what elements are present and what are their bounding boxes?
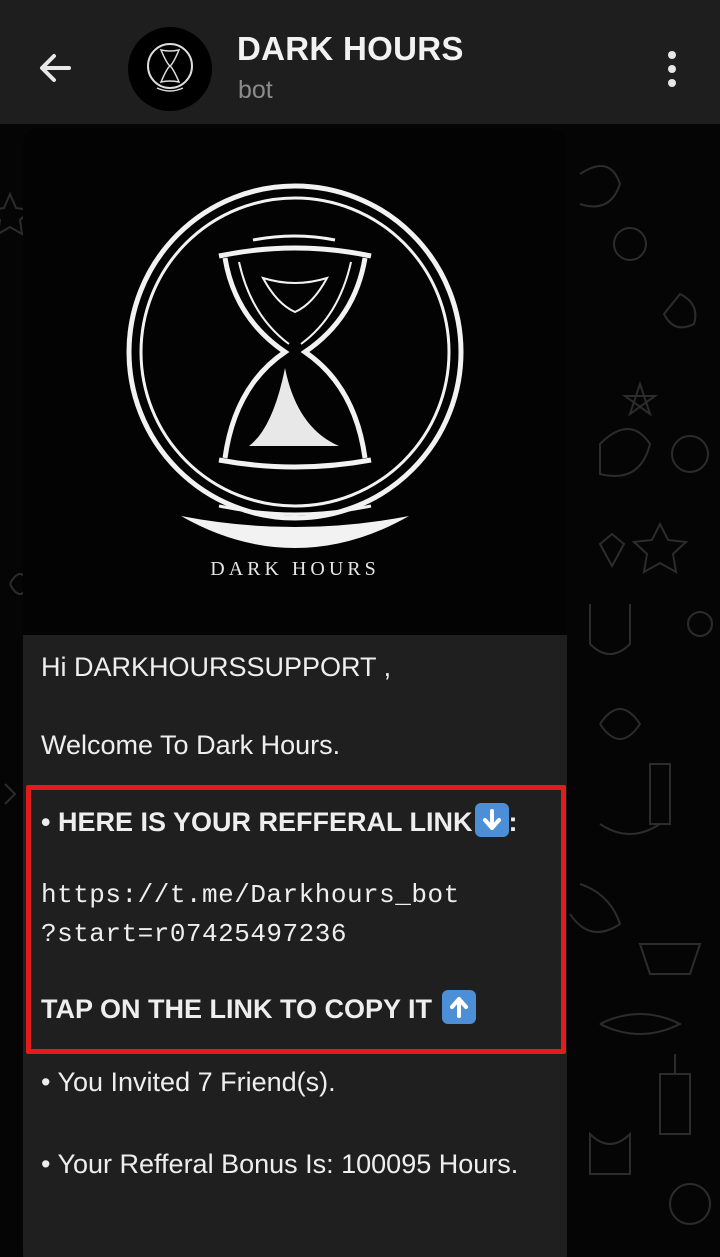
- referral-link[interactable]: https://t.me/Darkhours_bot ?start=r07425…: [41, 876, 460, 954]
- referral-bonus-text: • Your Refferal Bonus Is: 100095 Hours.: [41, 1149, 519, 1179]
- hourglass-logo-icon: [147, 43, 193, 92]
- bot-avatar[interactable]: [128, 27, 212, 111]
- arrow-left-icon: [40, 54, 71, 82]
- down-arrow-emoji-icon: [474, 803, 509, 837]
- banner-caption: DARK HOURS: [210, 558, 380, 580]
- more-vertical-icon: [668, 51, 676, 59]
- welcome-text: Welcome To Dark Hours.: [41, 730, 341, 760]
- referral-link-line2[interactable]: ?start=r07425497236: [41, 915, 460, 954]
- tap-to-copy-label: TAP ON THE LINK TO COPY IT: [41, 994, 433, 1024]
- chat-title[interactable]: DARK HOURS: [237, 30, 464, 68]
- referral-heading: • HERE IS YOUR REFFERAL LINK:: [41, 803, 518, 838]
- referral-heading-text: • HERE IS YOUR REFFERAL LINK: [41, 807, 473, 837]
- tap-to-copy-text: TAP ON THE LINK TO COPY IT: [41, 990, 476, 1025]
- more-options-button[interactable]: [652, 44, 692, 94]
- up-arrow-emoji-icon: [441, 990, 476, 1024]
- invited-count-text: • You Invited 7 Friend(s).: [41, 1067, 336, 1097]
- chat-header: DARK HOURS bot: [0, 0, 720, 124]
- chat-subtitle: bot: [238, 76, 273, 104]
- greeting-text: Hi DARKHOURSSUPPORT ,: [41, 652, 392, 682]
- referral-heading-suffix: :: [508, 807, 518, 837]
- bot-message-bubble: DARK HOURS Hi DARKHOURSSUPPORT , Welcome…: [23, 128, 567, 1257]
- back-button[interactable]: [30, 40, 80, 96]
- dark-hours-banner-image[interactable]: DARK HOURS: [23, 128, 567, 635]
- referral-link-line1[interactable]: https://t.me/Darkhours_bot: [41, 876, 460, 915]
